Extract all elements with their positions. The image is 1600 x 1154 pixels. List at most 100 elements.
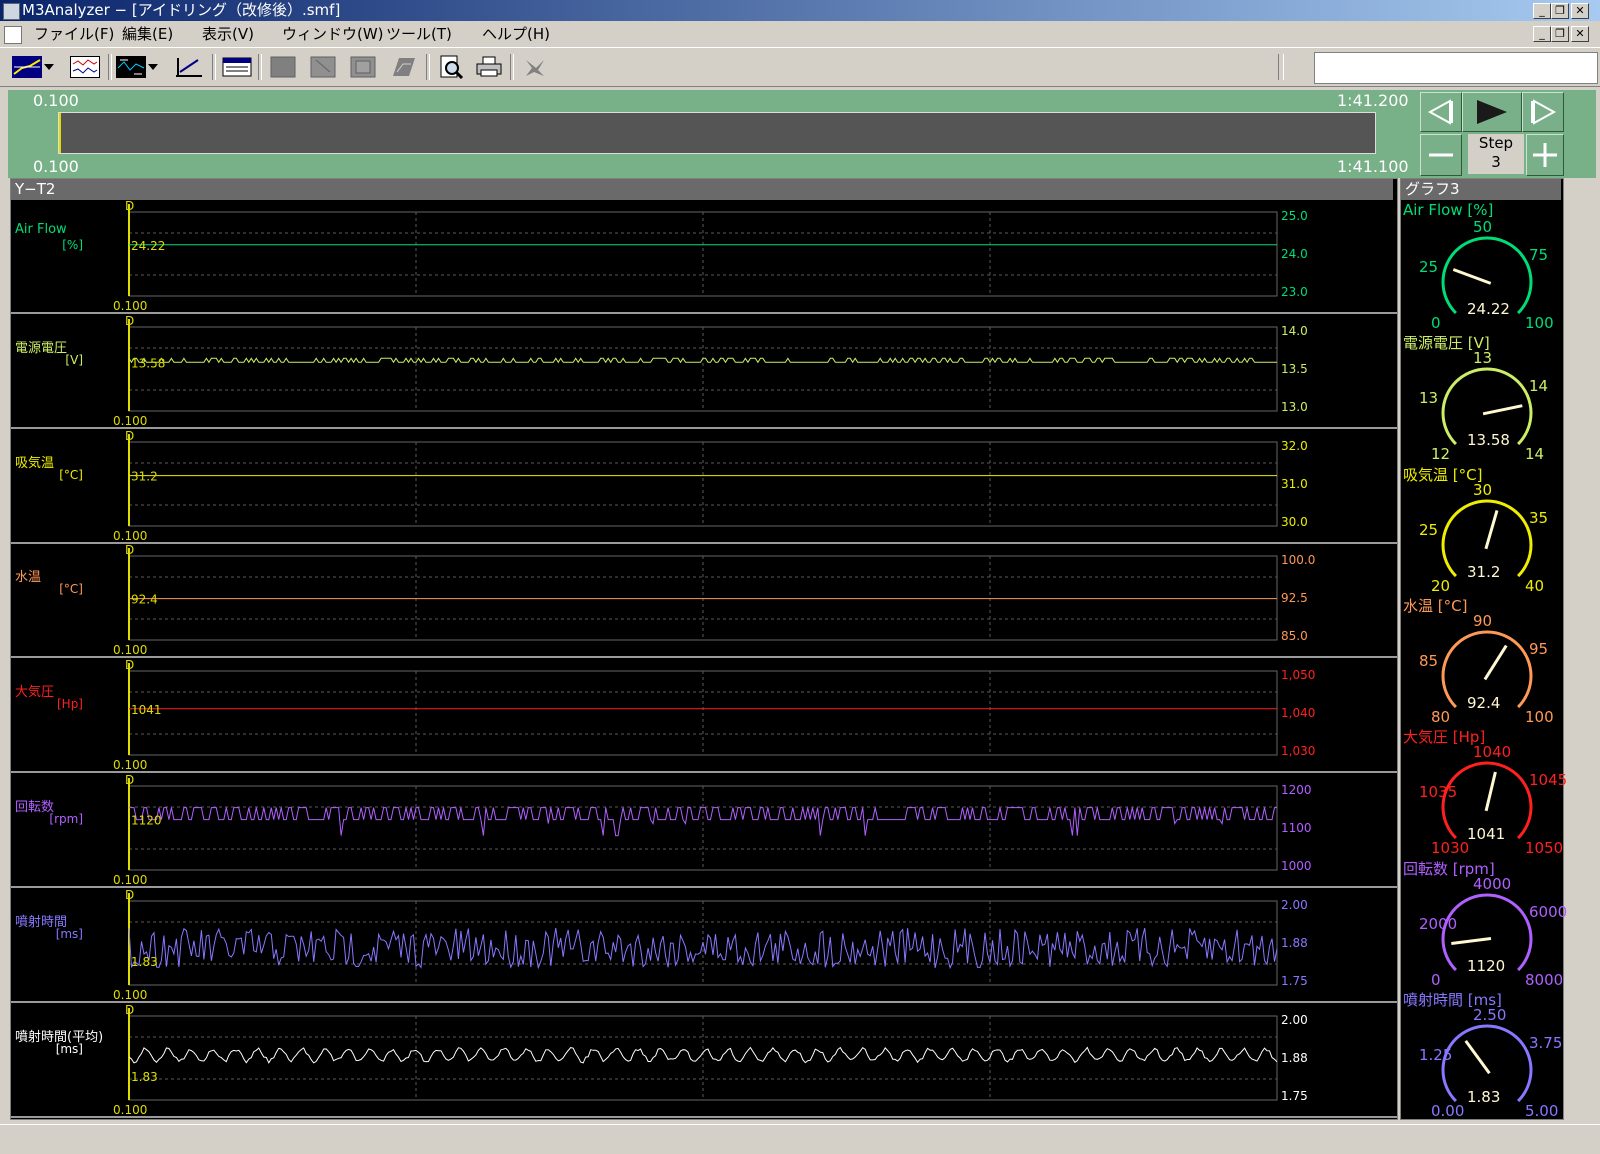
restore-button[interactable]: ❐: [1551, 3, 1569, 19]
cursor-label: D: [125, 430, 134, 443]
channel-plot-rpm[interactable]: D 0.100 1200 1100 1000 1120: [11, 774, 1397, 886]
tool-4-icon[interactable]: [388, 54, 418, 80]
wave-view-icon[interactable]: [70, 54, 100, 80]
gauge-tick-min: 12: [1431, 445, 1451, 464]
channel-plot-water_temp[interactable]: D 0.100 100.0 92.5 85.0 92.4: [11, 544, 1397, 656]
gauge-needle: [1464, 1039, 1491, 1074]
channel-row-water_temp[interactable]: 水温 [°C] D 0.100 100.0 92.5 85.0 92.4: [11, 544, 1397, 659]
gauge-tick-min: 0: [1431, 970, 1441, 989]
cursor-value: 13.58: [131, 356, 165, 370]
gauge-value: 31.2: [1467, 562, 1501, 581]
channel-row-inj[interactable]: 噴射時間 [ms] D 0.100 2.00 1.88 1.75 1.83: [11, 889, 1397, 1003]
print-preview-icon[interactable]: [436, 54, 466, 80]
cursor-value: 1041: [131, 703, 162, 717]
gauge-tick-q3: 6000: [1529, 902, 1568, 921]
channel-plot-inj[interactable]: D 0.100 2.00 1.88 1.75 1.83: [11, 889, 1397, 1001]
tool-1-icon[interactable]: [268, 54, 298, 80]
channel-plot-voltage[interactable]: D 0.100 14.0 13.5 13.0 13.58: [11, 315, 1397, 427]
y-tick-label: 2.00: [1281, 1013, 1308, 1027]
compare-dropdown-icon[interactable]: [146, 54, 160, 80]
channel-row-pressure[interactable]: 大気圧 [Hp] D 0.100 1,050 1,040 1,030 1041: [11, 659, 1397, 774]
cursor-label: D: [125, 544, 134, 557]
gauge-needle: [1451, 936, 1492, 945]
document-icon[interactable]: [4, 26, 22, 44]
step-decrease-button[interactable]: [1420, 134, 1462, 176]
y-tick-label: 1.88: [1281, 936, 1308, 950]
step-value: 3: [1491, 153, 1501, 171]
toolbar-input-field[interactable]: [1314, 52, 1598, 84]
print-icon[interactable]: [474, 54, 504, 80]
y-tick-label: 30.0: [1281, 515, 1308, 529]
gauge-tick-mid: 90: [1473, 611, 1493, 630]
channel-plot-pressure[interactable]: D 0.100 1,050 1,040 1,030 1041: [11, 659, 1397, 771]
gauge-value: 1120: [1467, 956, 1506, 975]
minus-icon: [1429, 153, 1453, 157]
channel-row-voltage[interactable]: 電源電圧 [V] D 0.100 14.0 13.5 13.0 13.58: [11, 315, 1397, 429]
gauge-water_temp[interactable]: 水温 [°C] 80 85 90 95 100 92.4: [1401, 594, 1561, 726]
gauge-tick-max: 100: [1525, 707, 1554, 726]
gauge-airflow[interactable]: Air Flow [%] 0 25 50 75 100 24.22: [1401, 200, 1561, 332]
gauge-tick-q3: 14: [1529, 377, 1549, 396]
gauge-tick-q3: 95: [1529, 639, 1549, 658]
channel-plot-inj_avg[interactable]: D 0.100 2.00 1.88 1.75 1.83: [11, 1004, 1397, 1116]
channel-plot-airflow[interactable]: D 0.100 25.0 24.0 23.0 24.22: [11, 200, 1397, 312]
tool-3-icon[interactable]: [348, 54, 378, 80]
cursor-value: 1120: [131, 814, 162, 828]
menu-window[interactable]: ウィンドウ(W): [282, 22, 384, 46]
tool-2-icon[interactable]: [308, 54, 338, 80]
range-end-top: 1:41.200: [1337, 91, 1409, 110]
menu-tools[interactable]: ツール(T): [386, 22, 452, 46]
menu-edit[interactable]: 編集(E): [122, 22, 173, 46]
y-tick-label: 1.75: [1281, 1089, 1308, 1103]
y-tick-label: 13.0: [1281, 400, 1308, 414]
compare-graph-icon[interactable]: [116, 54, 146, 80]
cursor-label: D: [125, 200, 134, 213]
gauge-needle: [1484, 509, 1499, 549]
time-range-track[interactable]: [58, 112, 1376, 154]
pin-icon[interactable]: [520, 54, 550, 80]
menu-view[interactable]: 表示(V): [202, 22, 254, 46]
cursor-label: D: [125, 659, 134, 672]
gauge-pressure[interactable]: 大気圧 [Hp] 1030 1035 1040 1045 1050 1041: [1401, 725, 1567, 858]
gauge-panel: グラフ3 Air Flow [%] 0 25 50 75 100 24.22 電源電圧 [V]…: [1400, 178, 1567, 1120]
minimize-button[interactable]: _: [1533, 3, 1551, 19]
step-forward-button[interactable]: [1522, 92, 1564, 132]
channel-row-intake_temp[interactable]: 吸気温 [°C] D 0.100 32.0 31.0 30.0 31.2: [11, 430, 1397, 544]
gauge-intake_temp[interactable]: 吸気温 [°C] 20 25 30 35 40 31.2: [1401, 463, 1561, 595]
menu-help[interactable]: ヘルプ(H): [482, 22, 550, 46]
gauge-tick-q1: 85: [1419, 651, 1439, 670]
gauge-tick-max: 1050: [1525, 839, 1564, 858]
gauge-value: 13.58: [1467, 431, 1510, 450]
yt-graph-icon[interactable]: [12, 54, 42, 80]
channel-row-rpm[interactable]: 回転数 [rpm] D 0.100 1200 1100 1000 1120: [11, 774, 1397, 888]
y-tick-label: 1000: [1281, 859, 1312, 873]
measure-icon[interactable]: [174, 54, 204, 80]
yt-dropdown-icon[interactable]: [42, 54, 56, 80]
range-start-top: 0.100: [33, 91, 79, 110]
gauge-tick-max: 14: [1525, 445, 1545, 464]
step-back-button[interactable]: [1420, 92, 1462, 132]
doc-minimize-button[interactable]: _: [1533, 26, 1551, 42]
gauge-value: 92.4: [1467, 693, 1501, 712]
app-icon: [3, 3, 20, 20]
channel-plot-intake_temp[interactable]: D 0.100 32.0 31.0 30.0 31.2: [11, 430, 1397, 542]
step-back-icon: [1427, 99, 1453, 125]
gauge-voltage[interactable]: 電源電圧 [V] 12 13 13 14 14 13.58: [1401, 331, 1561, 464]
channel-row-airflow[interactable]: Air Flow [%] D 0.100 25.0 24.0 23.0 24.22: [11, 200, 1397, 314]
gauge-needle: [1484, 771, 1497, 812]
doc-restore-button[interactable]: ❐: [1551, 26, 1569, 42]
range-start-bottom: 0.100: [33, 157, 79, 176]
step-increase-button[interactable]: [1526, 134, 1564, 176]
gauge-tick-min: 0.00: [1431, 1101, 1465, 1120]
gauge-rpm[interactable]: 回転数 [rpm] 0 2000 4000 6000 8000 1120: [1401, 857, 1567, 989]
play-button[interactable]: [1462, 92, 1522, 132]
menu-file[interactable]: ファイル(F): [34, 22, 114, 46]
play-icon: [1477, 100, 1507, 124]
doc-close-button[interactable]: ✕: [1571, 26, 1589, 42]
close-button[interactable]: ✕: [1571, 3, 1589, 19]
y-tick-label: 14.0: [1281, 324, 1308, 338]
gauge-value: 1.83: [1467, 1087, 1501, 1106]
data-table-icon[interactable]: [222, 54, 252, 80]
gauge-inj[interactable]: 噴射時間 [ms] 0.00 1.25 2.50 3.75 5.00 1.83: [1401, 988, 1562, 1120]
channel-row-inj_avg[interactable]: 噴射時間(平均) [ms] D 0.100 2.00 1.88 1.75 1.83: [11, 1004, 1397, 1118]
